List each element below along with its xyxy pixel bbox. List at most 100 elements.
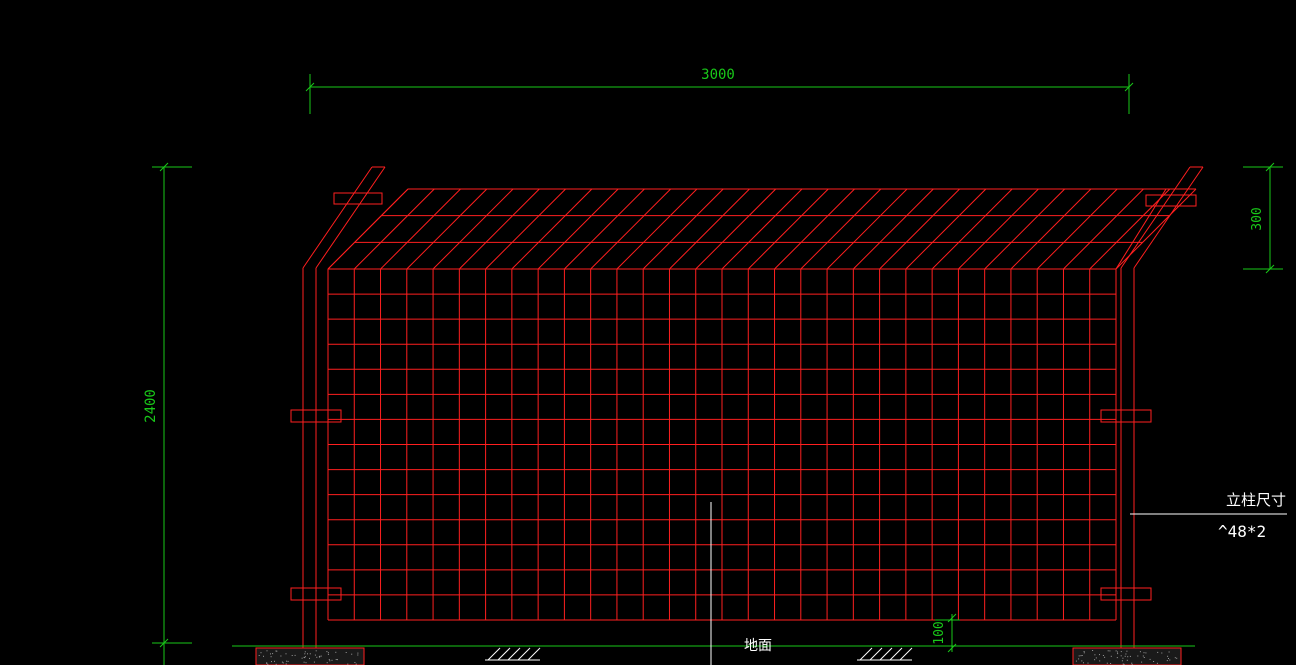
- top-bend-dimension: 300: [1243, 162, 1283, 274]
- right-post-outer-arm: [1133, 166, 1204, 269]
- foundation-speckle: [1176, 657, 1178, 659]
- foundation-speckle: [1126, 650, 1128, 652]
- foundation-speckle: [275, 650, 277, 652]
- foundation-speckle: [315, 650, 317, 652]
- foundation-speckle: [1094, 654, 1096, 656]
- mesh-top-slant-wire: [616, 188, 698, 270]
- foundation-speckle: [331, 659, 333, 661]
- mesh-top-slant-wire: [511, 188, 593, 270]
- top-bend-dimension-label: 300: [1250, 207, 1265, 230]
- foundation-speckle: [1142, 655, 1144, 657]
- foundation-speckle: [1099, 660, 1101, 662]
- foundation-speckle: [1117, 653, 1119, 655]
- foundation-speckle: [1094, 659, 1096, 661]
- foundation-speckle: [335, 659, 337, 660]
- mesh-top-slant-wire: [485, 188, 566, 270]
- mesh-top-slant-wire: [353, 188, 435, 270]
- foundation-speckle: [1102, 655, 1104, 656]
- foundation-speckle: [1168, 658, 1169, 659]
- mesh-top-slant-wire: [1010, 188, 1092, 270]
- foundation-right: [1072, 647, 1182, 665]
- mesh-top-slant-wire: [380, 188, 461, 270]
- foundation-speckle: [1116, 657, 1118, 659]
- foundation-speckle: [1139, 651, 1141, 653]
- foundation-speckle: [1145, 652, 1147, 654]
- mesh-top-slant-wire: [800, 188, 882, 270]
- ground-hatch-left: [485, 647, 541, 661]
- foundation-speckle: [304, 651, 306, 653]
- foundation-speckle: [1141, 661, 1143, 663]
- left-post-inner-arm: [315, 166, 386, 269]
- foundation-speckle: [1080, 655, 1082, 657]
- clamp-top-left: [333, 192, 383, 205]
- mesh-top-slant-wire: [1036, 188, 1118, 270]
- foundation-speckle: [272, 653, 274, 655]
- ground-label: 地面: [744, 638, 772, 654]
- foundation-speckle: [1092, 650, 1094, 651]
- foundation-speckle: [326, 651, 328, 653]
- fence-elevation: [290, 166, 1204, 665]
- foundation-speckle: [328, 659, 330, 661]
- foundation-speckle: [304, 653, 306, 655]
- foundation-speckle: [307, 653, 308, 655]
- foundation-speckle: [1087, 662, 1089, 664]
- foundation-speckle: [263, 655, 264, 657]
- foundation-speckle: [1120, 655, 1122, 657]
- foundation-speckle: [291, 655, 293, 656]
- post-clamps: [290, 192, 1197, 601]
- post-size-title: 立柱尺寸: [1226, 491, 1286, 509]
- height-dimension: 2400: [143, 162, 192, 665]
- foundation-speckle: [326, 662, 328, 664]
- foundation-speckle: [1168, 651, 1170, 653]
- ground-hatch-right: [857, 647, 913, 661]
- foundation-speckle: [1166, 660, 1168, 662]
- foundation-speckle: [1143, 657, 1145, 658]
- mesh-top-slant-wire: [642, 188, 724, 270]
- foundation-speckle: [1174, 657, 1176, 659]
- dimension-lines: 3000 2400 300 100: [143, 67, 1283, 665]
- cad-drawing-canvas: 3000 2400 300 100 立柱尺寸 ^48*2 地面: [143, 67, 1287, 665]
- foundation-left: [255, 647, 365, 665]
- right-post-inner-arm: [1120, 166, 1191, 269]
- foundation-speckle: [357, 652, 359, 654]
- height-dimension-label: 2400: [143, 389, 159, 423]
- mesh-top-slant-wire: [958, 188, 1039, 270]
- post-foundations: [255, 647, 1182, 665]
- foundation-speckle: [313, 661, 315, 663]
- foundation-speckle: [1083, 651, 1085, 652]
- foundation-speckle: [294, 654, 296, 656]
- foundation-speckle: [1107, 650, 1109, 652]
- foundation-speckle: [351, 653, 353, 655]
- foundation-speckle: [1156, 662, 1158, 664]
- mesh-top-slant-wire: [852, 188, 934, 270]
- foundation-speckle: [1078, 658, 1080, 660]
- ground-gap-dimension-label: 100: [932, 621, 947, 644]
- foundation-speckle: [260, 652, 262, 654]
- foundation-speckle: [1169, 659, 1171, 661]
- foundation-speckle: [1157, 651, 1159, 653]
- foundation-speckle: [286, 660, 288, 662]
- foundation-speckle: [304, 656, 306, 658]
- foundation-speckle: [285, 653, 287, 655]
- fence-posts: [302, 166, 1204, 665]
- mesh-top-slant-wire: [1063, 188, 1144, 270]
- foundation-speckle: [303, 661, 305, 663]
- mesh-top-slant-wire: [432, 188, 514, 270]
- foundation-speckle: [1110, 663, 1112, 664]
- foundation-speckle: [287, 660, 289, 662]
- foundation-speckle: [1127, 656, 1129, 658]
- foundation-speckle: [1106, 662, 1108, 664]
- foundation-speckle: [270, 656, 272, 658]
- mesh-top-slant-wire: [406, 188, 488, 270]
- foundation-speckle: [1124, 655, 1126, 657]
- mesh-top-slant-wire: [1089, 188, 1171, 270]
- foundation-speckle: [282, 662, 284, 664]
- width-dimension: 3000: [305, 67, 1134, 114]
- annotations: 立柱尺寸 ^48*2 地面: [485, 491, 1287, 665]
- mesh-top-slant-wire: [905, 188, 987, 270]
- foundation-speckle: [309, 657, 310, 659]
- mesh-top-slant-wire: [774, 188, 855, 270]
- foundation-speckle: [320, 655, 322, 657]
- mesh-top-slant-wire: [695, 188, 777, 270]
- foundation-speckle: [1121, 660, 1123, 662]
